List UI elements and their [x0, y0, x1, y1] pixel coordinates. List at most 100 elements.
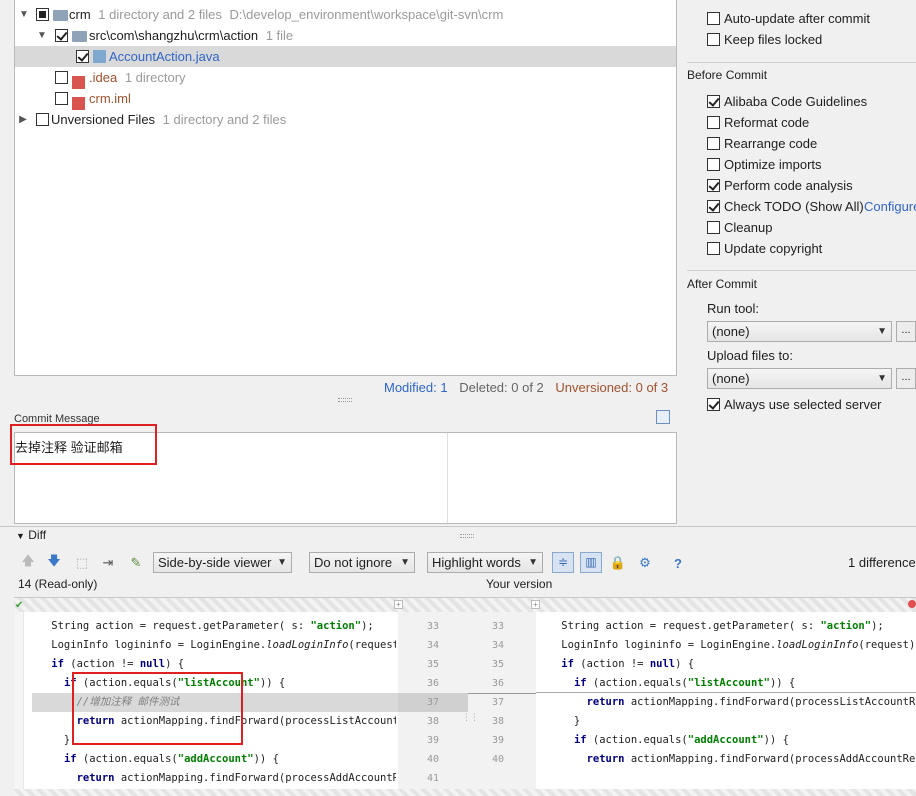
optimize-label: Optimize imports — [724, 157, 822, 172]
code-line[interactable]: if (action.equals("addAccount")) { — [26, 750, 279, 769]
copyright-label: Update copyright — [724, 241, 823, 256]
tree-row-idea[interactable]: .idea 1 directory — [15, 67, 676, 90]
separator — [687, 270, 916, 271]
code-line[interactable]: String action = request.getParameter( s:… — [536, 617, 883, 636]
changes-tree: ▼ crm 1 directory and 2 files D:\develop… — [14, 0, 677, 376]
viewer-select[interactable]: Side-by-side viewer ▼ — [153, 552, 292, 573]
tree-unversioned-name: Unversioned Files — [51, 112, 156, 127]
ignore-select[interactable]: Do not ignore ▼ — [309, 552, 415, 573]
drag-handle-icon[interactable]: ⋮⋮ — [462, 712, 479, 723]
annotation-box-message — [10, 424, 157, 465]
left-pane-title: 14 (Read-only) — [18, 577, 98, 591]
code-line[interactable]: LoginInfo logininfo = LoginEngine.loadLo… — [26, 636, 396, 655]
file-checkbox[interactable] — [76, 50, 89, 63]
reformat-checkbox[interactable] — [707, 116, 720, 129]
todo-checkbox[interactable] — [707, 200, 720, 213]
jump-to-source-icon[interactable]: ⇥ — [100, 555, 116, 571]
code-line[interactable]: return actionMapping.findForward(process… — [536, 750, 916, 769]
lock-icon[interactable]: 🔒 — [610, 555, 626, 571]
crm-checkbox[interactable] — [36, 8, 49, 21]
tree-root-name: crm — [69, 7, 91, 22]
optimize-checkbox[interactable] — [707, 158, 720, 171]
annotation-box-diff — [72, 672, 243, 745]
sync-scroll-icon[interactable]: ▥ — [580, 552, 602, 573]
splitter-handle[interactable] — [338, 398, 352, 402]
gear-icon[interactable]: ⚙ — [637, 555, 653, 571]
expand-icon[interactable]: + — [394, 600, 403, 609]
code-line[interactable]: return actionMapping.findForward(process… — [536, 693, 916, 712]
code-line[interactable]: } — [536, 712, 580, 731]
run-tool-value: (none) — [712, 324, 750, 339]
code-line[interactable]: if (action.equals("addAccount")) { — [536, 731, 789, 750]
tree-file-name: AccountAction.java — [109, 49, 220, 64]
highlight-select[interactable]: Highlight words ▼ — [427, 552, 543, 573]
line-number: 39 — [491, 735, 505, 746]
error-marker-icon — [908, 600, 916, 608]
status-bar: Modified: 1 Deleted: 0 of 2 Unversioned:… — [384, 380, 668, 395]
code-line[interactable]: LoginInfo logininfo = LoginEngine.loadLo… — [536, 636, 916, 655]
edit-source-icon[interactable]: ✎ — [128, 555, 144, 571]
copyright-checkbox[interactable] — [707, 242, 720, 255]
src-checkbox[interactable] — [55, 29, 68, 42]
rearrange-checkbox[interactable] — [707, 137, 720, 150]
modified-count[interactable]: Modified: 1 — [384, 380, 448, 395]
analysis-checkbox[interactable] — [707, 179, 720, 192]
code-line[interactable]: if (action.equals("listAccount")) { — [536, 674, 795, 693]
auto-update-checkbox[interactable] — [707, 12, 720, 25]
todo-label: Check TODO (Show All) — [724, 199, 864, 214]
chevron-right-icon[interactable]: ▶ — [18, 109, 28, 130]
tree-row-src[interactable]: ▼ src\com\shangzhu\crm\action 1 file — [15, 25, 676, 46]
alibaba-label: Alibaba Code Guidelines — [724, 94, 868, 109]
tree-row-iml[interactable]: crm.iml — [15, 88, 676, 111]
upload-browse-button[interactable]: ... — [896, 368, 916, 389]
tree-row-unversioned[interactable]: ▶ Unversioned Files 1 directory and 2 fi… — [15, 109, 676, 130]
idea-checkbox[interactable] — [55, 71, 68, 84]
tree-root-path: D:\develop_environment\workspace\git-svn… — [229, 7, 504, 22]
collapse-unchanged-icon[interactable]: ≑ — [552, 552, 574, 573]
always-server-label: Always use selected server — [724, 397, 882, 412]
expand-icon[interactable]: + — [531, 600, 540, 609]
line-number: 33 — [426, 621, 440, 632]
line-number: 41 — [426, 773, 440, 784]
run-tool-select[interactable]: (none) ▼ — [707, 321, 892, 342]
alibaba-checkbox[interactable] — [707, 95, 720, 108]
java-class-icon — [93, 50, 106, 63]
code-line[interactable]: return actionMapping.findForward(process… — [26, 769, 396, 788]
viewer-value: Side-by-side viewer — [158, 555, 272, 570]
unversioned-count[interactable]: Unversioned: 0 of 3 — [555, 380, 668, 395]
chevron-down-icon: ▼ — [877, 373, 887, 384]
run-tool-browse-button[interactable]: ... — [896, 321, 916, 342]
cleanup-checkbox[interactable] — [707, 221, 720, 234]
commit-history-icon[interactable] — [656, 410, 670, 424]
ignore-value: Do not ignore — [314, 555, 393, 570]
configure-link[interactable]: Configure — [864, 198, 916, 216]
line-number: 35 — [426, 659, 440, 670]
tree-src-name: src\com\shangzhu\crm\action — [89, 28, 259, 43]
code-line[interactable]: } — [26, 731, 70, 750]
previous-file-icon[interactable]: ⬚ — [74, 555, 90, 571]
diff-heading[interactable]: ▼ Diff — [16, 528, 46, 542]
line-number: 39 — [426, 735, 440, 746]
upload-value: (none) — [712, 371, 750, 386]
upload-select[interactable]: (none) ▼ — [707, 368, 892, 389]
code-line[interactable]: String action = request.getParameter( s:… — [26, 617, 373, 636]
tree-row-crm[interactable]: ▼ crm 1 directory and 2 files D:\develop… — [15, 4, 676, 25]
tree-idea-name: .idea — [89, 70, 118, 85]
arrow-down-icon[interactable]: 🡇 — [46, 553, 62, 571]
iml-checkbox[interactable] — [55, 92, 68, 105]
code-line[interactable]: if (action != null) { — [536, 655, 694, 674]
help-icon[interactable]: ? — [670, 555, 686, 571]
chevron-down-icon[interactable]: ▼ — [37, 25, 47, 46]
diff-label: Diff — [28, 528, 47, 542]
unversioned-checkbox[interactable] — [36, 113, 49, 126]
keep-locked-checkbox[interactable] — [707, 33, 720, 46]
auto-update-label: Auto-update after commit — [724, 11, 870, 26]
line-number: 36 — [491, 678, 505, 689]
always-server-checkbox[interactable] — [707, 398, 720, 411]
splitter-handle[interactable] — [460, 534, 474, 538]
line-number: 34 — [426, 640, 440, 651]
arrow-up-icon[interactable]: 🡅 — [20, 553, 36, 571]
line-number: 37 — [491, 697, 505, 708]
chevron-down-icon[interactable]: ▼ — [19, 4, 29, 25]
tree-row-file[interactable]: AccountAction.java — [15, 46, 676, 67]
